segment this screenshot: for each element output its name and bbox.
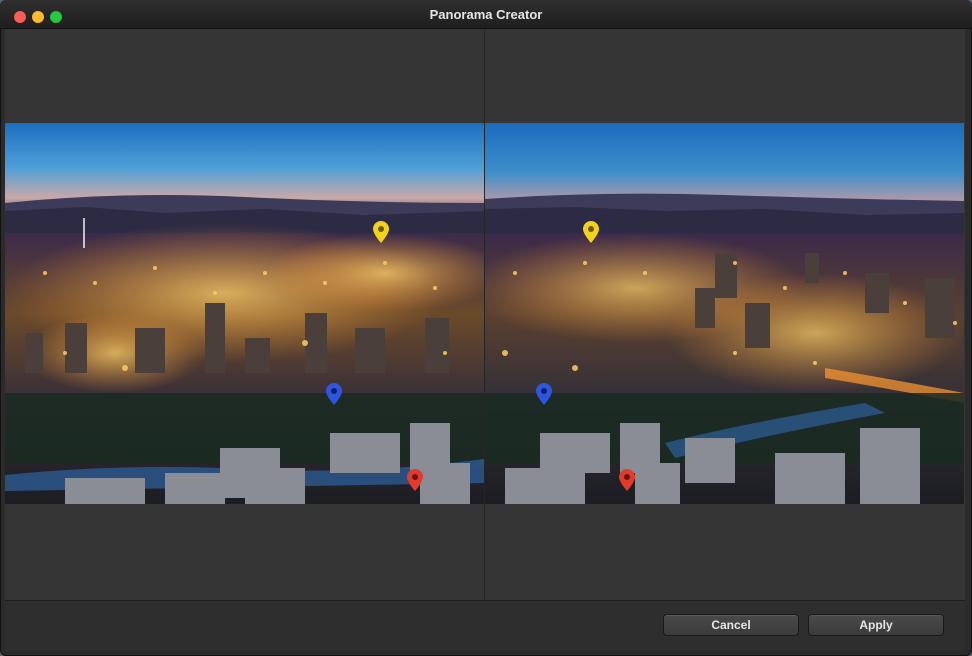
yellow-marker-icon[interactable] (373, 221, 389, 243)
blue-marker-icon[interactable] (326, 383, 342, 405)
left-photo-image (5, 123, 484, 504)
red-marker-icon[interactable] (407, 469, 423, 491)
right-photo (485, 123, 964, 504)
left-photo (5, 123, 484, 504)
title-bar: Panorama Creator (0, 0, 972, 29)
yellow-marker-icon[interactable] (583, 221, 599, 243)
panorama-creator-window: Panorama Creator Cancel Apply (0, 0, 972, 656)
right-image-pane (485, 29, 964, 600)
blue-marker-icon[interactable] (536, 383, 552, 405)
window-title: Panorama Creator (429, 7, 543, 22)
cancel-button[interactable]: Cancel (663, 614, 799, 636)
dialog-footer: Cancel Apply (5, 600, 965, 651)
image-compare-area (5, 29, 965, 600)
left-image-pane (5, 29, 484, 600)
right-photo-image (485, 123, 964, 504)
apply-button[interactable]: Apply (808, 614, 944, 636)
red-marker-icon[interactable] (619, 469, 635, 491)
